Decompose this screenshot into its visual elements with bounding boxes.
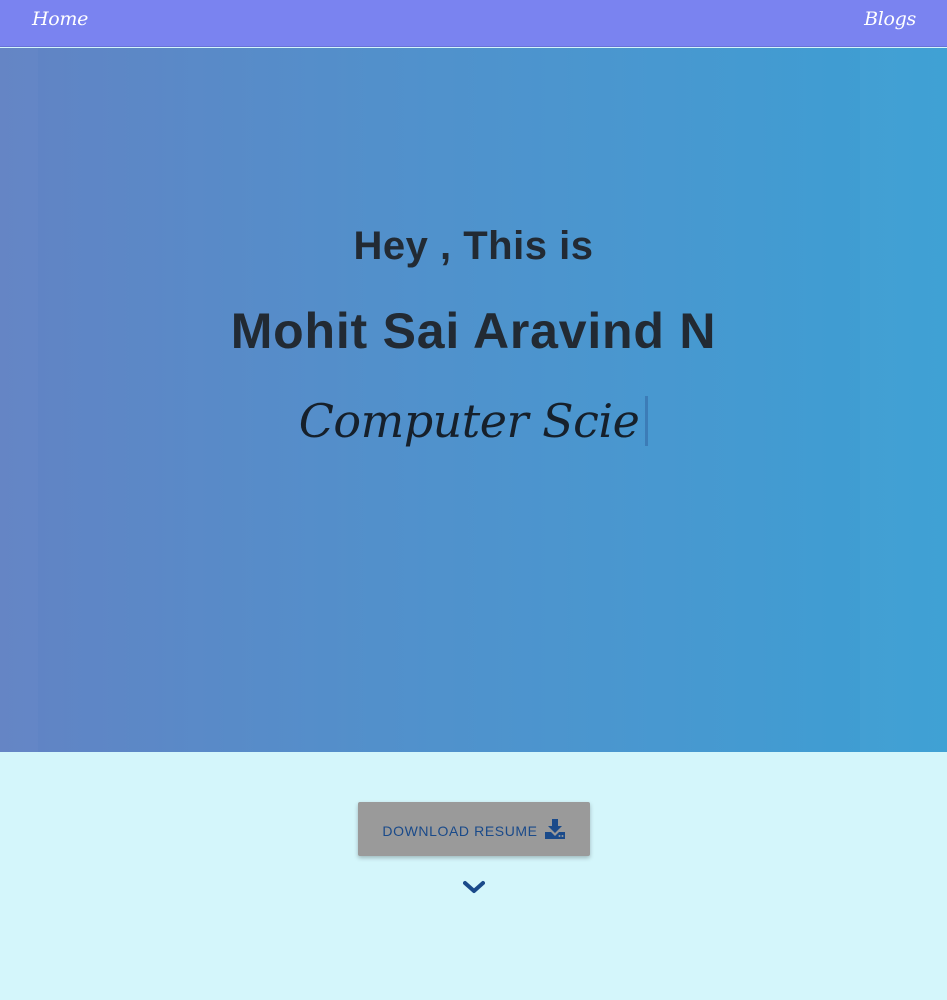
hero-greeting: Hey , This is — [353, 224, 594, 268]
typing-cursor — [645, 396, 649, 446]
download-icon — [544, 819, 566, 839]
hero-section: Hey , This is Mohit Sai Aravind N Comput… — [0, 48, 947, 752]
chevron-down-icon[interactable] — [463, 878, 485, 896]
typed-role-text: Computer Scie — [298, 394, 640, 448]
typed-role-line: Computer Scie — [0, 394, 947, 448]
download-resume-label: DOWNLOAD RESUME — [382, 823, 538, 839]
navbar: Home Blogs — [0, 0, 947, 47]
nav-home-link[interactable]: Home — [32, 8, 88, 30]
hero-name: Mohit Sai Aravind N — [230, 303, 717, 359]
nav-blogs-link[interactable]: Blogs — [864, 8, 916, 30]
download-resume-button[interactable]: DOWNLOAD RESUME — [358, 802, 590, 856]
